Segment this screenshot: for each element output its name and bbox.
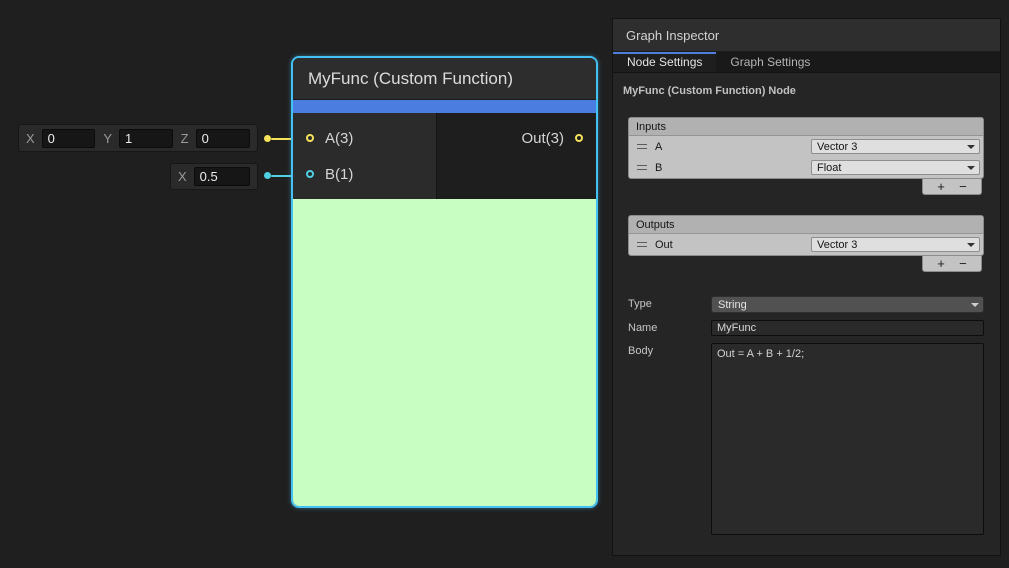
- inputs-list: Inputs A Vector 3 B Float + −: [628, 117, 984, 195]
- tab-graph-settings[interactable]: Graph Settings: [716, 52, 824, 72]
- input-row-name: A: [655, 141, 811, 153]
- outputs-section: Outputs Out Vector 3: [628, 215, 984, 256]
- name-label: Name: [628, 320, 711, 334]
- chevron-down-icon: [967, 243, 975, 247]
- node-outputs-column: Out(3): [437, 113, 596, 199]
- float-x-label: X: [178, 169, 187, 184]
- type-dropdown[interactable]: String: [711, 296, 984, 313]
- output-out-type-dropdown[interactable]: Vector 3: [811, 237, 980, 252]
- vector-x-input[interactable]: 0: [42, 129, 96, 148]
- inputs-section-header: Inputs: [629, 118, 983, 136]
- port-row-b: B(1): [293, 156, 436, 192]
- chevron-down-icon: [967, 166, 975, 170]
- remove-input-button[interactable]: −: [959, 180, 967, 193]
- name-input[interactable]: MyFunc: [711, 320, 984, 336]
- dropdown-value: Float: [817, 162, 841, 174]
- input-b-type-dropdown[interactable]: Float: [811, 160, 980, 175]
- inspector-title: Graph Inspector: [613, 19, 1000, 52]
- type-row: Type String: [628, 296, 984, 313]
- input-port-b-label: B(1): [325, 166, 353, 183]
- vector-y-label: Y: [103, 131, 112, 146]
- float-input-widget: X 0.5: [170, 163, 258, 190]
- dropdown-value: Vector 3: [817, 239, 857, 251]
- input-port-a-icon[interactable]: [306, 134, 314, 142]
- drag-handle-icon[interactable]: [637, 144, 647, 149]
- inputs-row-b[interactable]: B Float: [629, 157, 983, 178]
- outputs-row-out[interactable]: Out Vector 3: [629, 234, 983, 255]
- dropdown-value: Vector 3: [817, 141, 857, 153]
- outputs-list-toolbar: + −: [922, 256, 982, 272]
- float-x-input[interactable]: 0.5: [194, 167, 250, 186]
- body-label: Body: [628, 343, 711, 357]
- port-row-out: Out(3): [437, 120, 596, 156]
- inputs-row-a[interactable]: A Vector 3: [629, 136, 983, 157]
- vector-z-label: Z: [181, 131, 189, 146]
- node-port-area: A(3) B(1) Out(3): [293, 113, 596, 199]
- float-connector-dot[interactable]: [264, 172, 271, 179]
- output-port-out-icon[interactable]: [575, 134, 583, 142]
- inspector-tab-bar: Node Settings Graph Settings: [613, 52, 1000, 73]
- add-output-button[interactable]: +: [937, 257, 945, 270]
- outputs-list: Outputs Out Vector 3 + −: [628, 215, 984, 272]
- input-port-a-label: A(3): [325, 130, 353, 147]
- drag-handle-icon[interactable]: [637, 242, 647, 247]
- outputs-section-header: Outputs: [629, 216, 983, 234]
- body-textarea[interactable]: Out = A + B + 1/2;: [711, 343, 984, 535]
- vector-y-input[interactable]: 1: [119, 129, 173, 148]
- custom-function-node[interactable]: MyFunc (Custom Function) A(3) B(1) Out(3…: [291, 56, 598, 508]
- output-row-name: Out: [655, 239, 811, 251]
- vector-z-group: Z 0: [181, 129, 250, 148]
- type-label: Type: [628, 296, 711, 310]
- vector-z-input[interactable]: 0: [196, 129, 250, 148]
- vector3-connector-dot[interactable]: [264, 135, 271, 142]
- input-row-name: B: [655, 162, 811, 174]
- input-a-type-dropdown[interactable]: Vector 3: [811, 139, 980, 154]
- inputs-section: Inputs A Vector 3 B Float: [628, 117, 984, 179]
- tab-node-settings[interactable]: Node Settings: [613, 52, 716, 72]
- node-accent-bar: [293, 100, 596, 113]
- node-title: MyFunc (Custom Function): [293, 58, 596, 100]
- node-preview: [293, 199, 596, 506]
- float-x-group: X 0.5: [178, 167, 250, 186]
- add-input-button[interactable]: +: [937, 180, 945, 193]
- node-inputs-column: A(3) B(1): [293, 113, 437, 199]
- chevron-down-icon: [967, 145, 975, 149]
- vector3-input-widget: X 0 Y 1 Z 0: [18, 124, 258, 152]
- name-row: Name MyFunc: [628, 320, 984, 336]
- body-row: Body Out = A + B + 1/2;: [628, 343, 984, 535]
- vector-x-group: X 0: [26, 129, 95, 148]
- input-port-b-icon[interactable]: [306, 170, 314, 178]
- graph-inspector-panel: Graph Inspector Node Settings Graph Sett…: [612, 18, 1001, 556]
- vector-x-label: X: [26, 131, 35, 146]
- dropdown-value: String: [718, 299, 747, 311]
- vector-y-group: Y 1: [103, 129, 172, 148]
- port-row-a: A(3): [293, 120, 436, 156]
- remove-output-button[interactable]: −: [959, 257, 967, 270]
- inputs-list-toolbar: + −: [922, 179, 982, 195]
- drag-handle-icon[interactable]: [637, 165, 647, 170]
- output-port-out-label: Out(3): [521, 130, 564, 147]
- inspector-heading: MyFunc (Custom Function) Node: [623, 85, 990, 97]
- chevron-down-icon: [971, 303, 979, 307]
